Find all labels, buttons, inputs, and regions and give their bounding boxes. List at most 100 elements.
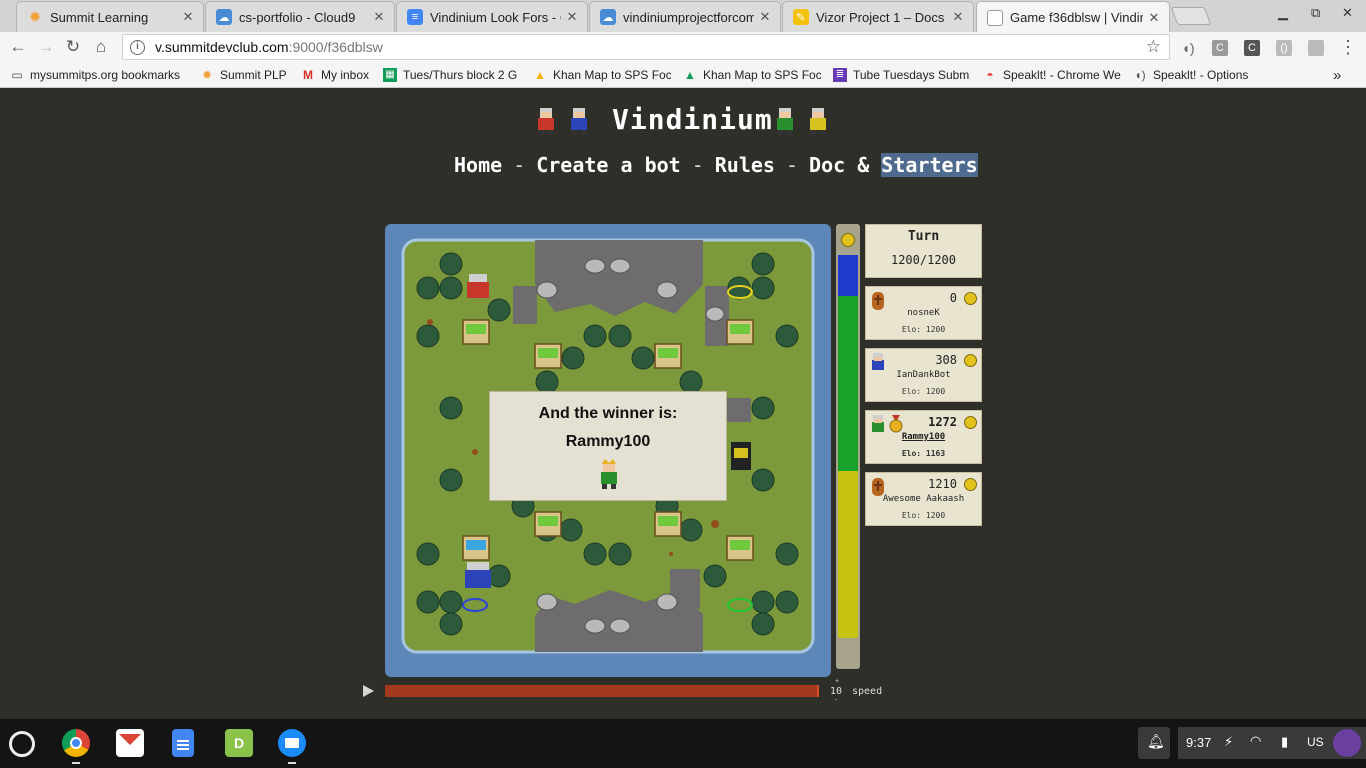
bookmark-tues-thurs[interactable]: ▦ Tues/Thurs block 2 G	[383, 67, 519, 83]
forms-icon: ≣	[833, 68, 847, 82]
speed-down-icon[interactable]: -	[835, 697, 837, 704]
extension-c2-icon[interactable]: C	[1244, 40, 1260, 56]
nav-home[interactable]: Home	[454, 153, 502, 177]
menu-icon[interactable]: ⋮	[1338, 37, 1358, 57]
nav-create-bot[interactable]: Create a bot	[536, 153, 681, 177]
red-hero-sprite-icon	[538, 108, 554, 135]
tab-vizor-project[interactable]: ✎ Vizor Project 1 – Docs – ✕	[782, 1, 974, 32]
bookmark-star-icon[interactable]: ☆	[1146, 37, 1161, 57]
extension-c-icon[interactable]: C	[1212, 40, 1228, 56]
url-host: v.summitdevclub.com	[155, 39, 289, 55]
tab-vindinium-project[interactable]: ☁ vindiniumprojectforcom ✕	[589, 1, 781, 32]
gmail-icon: M	[303, 68, 313, 82]
chrome-icon[interactable]	[62, 729, 90, 764]
close-window-icon[interactable]: ✕	[1342, 5, 1353, 21]
sheets-icon: ▦	[383, 68, 397, 82]
notifications-button[interactable]: 🔔︎	[1138, 727, 1170, 759]
extension-puzzle-icon[interactable]	[1308, 40, 1324, 56]
replay-progress-bar[interactable]	[385, 685, 819, 697]
gold-coin-icon	[964, 478, 977, 491]
close-icon[interactable]: ✕	[951, 9, 965, 25]
browser-toolbar: ← → ↻ ⌂ i v.summitdevclub.com:9000/f36db…	[0, 32, 1366, 62]
tab-strip: ✹ Summit Learning ✕ ☁ cs-portfolio - Clo…	[0, 0, 1366, 33]
gmail-icon[interactable]	[116, 729, 144, 757]
tab-summit-learning[interactable]: ✹ Summit Learning ✕	[16, 1, 204, 32]
reload-icon[interactable]: ↻	[63, 37, 83, 57]
gold-coin-icon	[964, 416, 977, 429]
bookmark-label: Tues/Thurs block 2 G	[403, 68, 518, 82]
home-icon[interactable]: ⌂	[91, 37, 111, 57]
tab-cloud9[interactable]: ☁ cs-portfolio - Cloud9 ✕	[205, 1, 395, 32]
player-gold: 1210	[928, 477, 957, 491]
meter-green-segment	[838, 296, 858, 471]
bookmark-label: Khan Map to SPS Foc	[703, 68, 821, 82]
winner-hero-sprite-icon	[601, 459, 617, 489]
bookmark-speakit-options[interactable]: ◖) Speaklt! - Options	[1133, 67, 1248, 83]
bookmark-my-inbox[interactable]: M My inbox	[301, 67, 369, 83]
url-path: :9000/f36dblsw	[288, 39, 383, 55]
input-locale: US	[1307, 735, 1324, 749]
bookmark-khan-map-1[interactable]: ▲ Khan Map to SPS Foc	[533, 67, 671, 83]
status-tray[interactable]: 9:37 ⚡︎ ◠ ▮ US	[1178, 727, 1366, 759]
cloud9-icon: ☁	[216, 9, 232, 25]
bookmark-label: Tube Tuesdays Subm	[853, 68, 970, 82]
nav-separator: -	[785, 153, 799, 177]
speed-value: 10	[830, 686, 843, 697]
bookmark-folder[interactable]: ▭ mysummitps.org bookmarks	[10, 67, 180, 83]
extension-brackets-icon[interactable]: ()	[1276, 40, 1292, 56]
turn-value: 1200/1200	[890, 253, 957, 267]
files-icon[interactable]	[278, 729, 306, 764]
webstore-icon: ◓	[986, 68, 994, 82]
gold-coin-icon	[841, 233, 855, 247]
bookmark-tube-tuesdays[interactable]: ≣ Tube Tuesdays Subm	[833, 67, 973, 83]
tab-title: cs-portfolio - Cloud9	[239, 9, 356, 25]
tab-game-active[interactable]: Game f36dblsw | Vindini ✕	[976, 1, 1170, 33]
address-bar[interactable]: i v.summitdevclub.com:9000/f36dblsw ☆	[122, 34, 1170, 60]
player-gold: 308	[935, 353, 957, 367]
player-gold: 0	[949, 291, 957, 305]
player-name-link[interactable]: Rammy100	[866, 432, 981, 442]
clock-time: 9:37	[1186, 735, 1212, 750]
drive-icon: ▲	[534, 68, 546, 82]
bookmarks-bar: ▭ mysummitps.org bookmarks ✹ Summit PLP MM…	[0, 62, 1366, 88]
bookmark-summit-plp[interactable]: ✹ Summit PLP	[200, 67, 287, 83]
forward-icon[interactable]: →	[36, 37, 56, 57]
speed-up-icon[interactable]: +	[835, 678, 839, 685]
close-icon[interactable]: ✕	[758, 9, 772, 25]
summit-sun-icon: ✹	[201, 68, 213, 82]
info-icon[interactable]: i	[130, 39, 145, 55]
speakit-extension-icon[interactable]: ◖)	[1180, 40, 1196, 56]
close-icon[interactable]: ✕	[565, 9, 579, 25]
back-icon[interactable]: ←	[8, 37, 28, 57]
nav-starters[interactable]: Starters	[881, 153, 978, 177]
player-card-nosnek: 0 nosneK Elo: 1200	[865, 286, 982, 340]
d-app-icon[interactable]: D	[225, 729, 253, 757]
gold-coin-icon	[964, 292, 977, 305]
bookmarks-overflow[interactable]: »	[1333, 67, 1341, 84]
minimize-icon[interactable]: ▁	[1278, 5, 1288, 21]
nav-rules[interactable]: Rules	[715, 153, 775, 177]
maximize-icon[interactable]: ⧉	[1311, 5, 1320, 21]
cloud9-icon: ☁	[600, 9, 616, 25]
nav-separator: -	[691, 153, 704, 177]
blue-hero-sprite-icon	[571, 108, 587, 135]
nav-doc[interactable]: Doc &	[809, 153, 881, 177]
player-card-iandankbot: 308 IanDankBot Elo: 1200	[865, 348, 982, 402]
tab-title: Vizor Project 1 – Docs –	[816, 9, 947, 25]
play-icon[interactable]	[363, 685, 374, 697]
winner-dialog: And the winner is: Rammy100	[489, 391, 727, 501]
bookmark-speakit-store[interactable]: ◓ Speaklt! - Chrome We	[983, 67, 1121, 83]
docs-icon[interactable]	[172, 729, 194, 757]
bookmark-khan-map-2[interactable]: ▲ Khan Map to SPS Foc	[683, 67, 821, 83]
launcher-icon[interactable]	[9, 731, 35, 757]
summit-sun-icon: ✹	[28, 9, 42, 26]
player-elo: Elo: 1200	[901, 325, 946, 334]
tab-look-fors[interactable]: ≡ Vindinium Look Fors - Go ✕	[396, 1, 588, 32]
close-icon[interactable]: ✕	[372, 9, 386, 25]
folder-icon: ▭	[11, 68, 23, 82]
site-nav: Home - Create a bot - Rules - Doc & Star…	[454, 153, 978, 177]
close-icon[interactable]: ✕	[181, 9, 195, 25]
new-tab-button[interactable]	[1170, 7, 1212, 25]
pencil-icon: ✎	[793, 9, 809, 25]
close-icon[interactable]: ✕	[1147, 10, 1161, 26]
